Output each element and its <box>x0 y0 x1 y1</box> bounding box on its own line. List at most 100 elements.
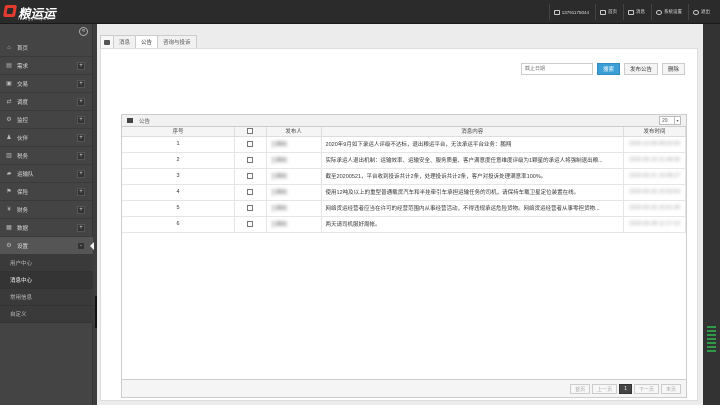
pagination: 首页 上一页 1 下一页 末页 <box>570 384 681 394</box>
column-header-content[interactable]: 消息内容 <box>321 127 625 137</box>
phone-indicator[interactable]: 13791175044 <box>548 4 593 20</box>
sidebar-item-dispatch[interactable]: ⇄ 调度 + <box>0 93 93 111</box>
row-content[interactable]: 两天请司机服好周帐。 <box>321 216 625 233</box>
tab-messages[interactable]: 消息 <box>114 35 137 48</box>
delete-button[interactable]: 删除 <box>661 63 685 75</box>
tab-announcements[interactable]: 公告 <box>136 35 159 48</box>
row-content[interactable]: 使用12吨及以上的重型普通载货汽车和半挂牵引车承担运输任务的司机，请保持车载卫星… <box>321 184 625 201</box>
sidebar-item-finance[interactable]: ¥ 财务 + <box>0 201 93 219</box>
submenu-item-user-center[interactable]: 用户中心 <box>0 255 93 272</box>
sidebar-item-insurance[interactable]: ⚑ 保险 + <box>0 183 93 201</box>
sidebar-item-home[interactable]: ⌂ 首页 <box>0 39 93 57</box>
column-header-number[interactable]: 序号 <box>122 127 235 137</box>
row-content[interactable]: 2020年9月如下录运人评级不达标，退出粮运平台，无法承运平台业务：鹏翔 <box>321 136 625 153</box>
row-content[interactable]: 截至20200521，平台收到投诉共计2条，处理投诉共计2条，客户对投诉处理满意… <box>321 168 625 185</box>
column-header-select[interactable] <box>234 127 267 137</box>
sidebar-item-partner[interactable]: ♟ 伙伴 + <box>0 129 93 147</box>
home-link-label: 首页 <box>608 9 617 14</box>
user-icon: ♟ <box>6 134 12 141</box>
expand-icon[interactable]: + <box>77 170 85 178</box>
top-bar: 粮运运 liangyunyun 13791175044 首页 消息 系统设置 退… <box>0 0 720 24</box>
row-checkbox[interactable] <box>247 172 254 179</box>
expand-icon[interactable]: + <box>77 152 85 160</box>
logo[interactable]: 粮运运 liangyunyun <box>2 3 76 21</box>
expand-icon[interactable]: + <box>77 224 85 232</box>
sidebar-item-fleet[interactable]: ▰ 运输队 + <box>0 165 93 183</box>
row-checkbox[interactable] <box>247 188 254 195</box>
select-all-checkbox[interactable] <box>247 128 254 135</box>
row-checkbox-cell <box>234 216 267 233</box>
sidebar-item-data[interactable]: ▦ 数据 + <box>0 219 93 237</box>
last-page-button[interactable]: 末页 <box>660 384 681 394</box>
tab-home[interactable] <box>100 35 114 48</box>
sidebar-item-demand[interactable]: ▤ 需求 + <box>0 57 93 75</box>
system-settings-link[interactable]: 系统设置 <box>651 4 686 20</box>
row-time: 2020-05-08 11:17:13 <box>623 216 686 233</box>
search-button[interactable]: 搜索 <box>596 63 620 75</box>
sidebar-collapse-button[interactable]: « <box>79 27 88 36</box>
row-content[interactable]: 实际承运人退出机制：运输效率、运输安全、服务质量、客户满意度任意维度评级为1颗星… <box>321 152 625 169</box>
column-header-publisher[interactable]: 发布人 <box>266 127 322 137</box>
submenu-item-custom[interactable]: 自定义 <box>0 306 93 323</box>
current-page-button[interactable]: 1 <box>619 384 632 394</box>
sidebar-item-monitor[interactable]: ⚙ 监控 + <box>0 111 93 129</box>
sidebar-item-label: 数据 <box>17 225 29 232</box>
table-row[interactable]: 1 王腾和 2020年9月如下录运人评级不达标，退出粮运平台，无法承运平台业务：… <box>122 136 686 153</box>
table-row[interactable]: 6 王腾和 两天请司机服好周帐。 2020-05-08 11:17:13 <box>122 216 686 233</box>
expand-icon[interactable]: + <box>77 98 85 106</box>
expand-icon[interactable]: + <box>77 188 85 196</box>
main-content: 消息 公告 咨询与投诉 搜索 发布公告 删除 公告 20 ▾ <box>97 24 703 405</box>
row-content[interactable]: 网络货运经营者应当在许可的经营范围内从事经营活动，不得违规承运危险货物。网络货运… <box>321 200 625 217</box>
expand-icon[interactable]: + <box>77 134 85 142</box>
row-time: 2020-05-21 15:08:27 <box>623 168 686 185</box>
sidebar-item-label: 伙伴 <box>17 135 29 142</box>
grid-title: 公告 <box>139 118 151 125</box>
document-icon: ▣ <box>6 80 12 87</box>
deadline-date-input[interactable] <box>520 63 593 75</box>
logout-link[interactable]: 退出 <box>688 4 714 20</box>
first-page-button[interactable]: 首页 <box>570 384 591 394</box>
publish-announcement-button[interactable]: 发布公告 <box>623 63 658 75</box>
prev-page-button[interactable]: 上一页 <box>592 384 618 394</box>
right-edge-strip <box>703 24 720 405</box>
sidebar-item-trade[interactable]: ▣ 交易 + <box>0 75 93 93</box>
expand-icon[interactable]: + <box>77 206 85 214</box>
column-header-time[interactable]: 发布时间 <box>623 127 686 137</box>
expand-icon[interactable]: + <box>77 116 85 124</box>
home-icon: ⌂ <box>7 44 11 51</box>
table-row[interactable]: 5 王腾和 网络货运经营者应当在许可的经营范围内从事经营活动，不得违规承运危险货… <box>122 200 686 217</box>
row-number: 6 <box>122 216 235 233</box>
page-size-select[interactable]: 20 ▾ <box>659 116 681 125</box>
row-checkbox[interactable] <box>247 204 254 211</box>
row-checkbox-cell <box>234 136 267 153</box>
messages-link[interactable]: 消息 <box>623 4 649 20</box>
row-publisher: 王腾和 <box>266 136 322 153</box>
table-row[interactable]: 2 王腾和 实际承运人退出机制：运输效率、运输安全、服务质量、客户满意度任意维度… <box>122 152 686 169</box>
table-header-row: 序号 发布人 消息内容 发布时间 <box>122 127 686 137</box>
submenu-item-message-center[interactable]: 消息中心 <box>0 272 93 289</box>
home-icon <box>600 9 606 15</box>
tab-panel: 搜索 发布公告 删除 公告 20 ▾ 序号 <box>100 48 698 401</box>
row-checkbox[interactable] <box>247 156 254 163</box>
sidebar: « ⌂ 首页 ▤ 需求 + ▣ 交易 + ⇄ 调度 + ⚙ 监控 + ♟ 伙伴 + ▥ 税务 + ▰ 运输队… <box>0 24 94 405</box>
collapse-icon[interactable]: - <box>77 242 85 250</box>
announcement-table: 序号 发布人 消息内容 发布时间 1 王腾和 2020年9月如下录运人评级不达标… <box>122 127 686 233</box>
next-page-button[interactable]: 下一页 <box>633 384 659 394</box>
sidebar-item-settings[interactable]: ⚙ 设置 - <box>0 237 94 255</box>
finance-icon: ¥ <box>7 206 11 213</box>
row-checkbox[interactable] <box>247 220 254 227</box>
sidebar-item-tax[interactable]: ▥ 税务 + <box>0 147 93 165</box>
row-checkbox-cell <box>234 184 267 201</box>
home-link[interactable]: 首页 <box>595 4 621 20</box>
submenu-item-common-info[interactable]: 常用信息 <box>0 289 93 306</box>
table-row[interactable]: 3 王腾和 截至20200521，平台收到投诉共计2条，处理投诉共计2条，客户对… <box>122 168 686 185</box>
table-row[interactable]: 4 王腾和 使用12吨及以上的重型普通载货汽车和半挂牵引车承担运输任务的司机，请… <box>122 184 686 201</box>
expand-icon[interactable]: + <box>77 62 85 70</box>
tab-inquiries-complaints[interactable]: 咨询与投诉 <box>158 35 197 48</box>
sidebar-item-label: 首页 <box>17 45 29 52</box>
announcement-grid: 公告 20 ▾ 序号 发布人 消息内容 发布时间 1 王腾和 2020年9月如下… <box>121 114 687 398</box>
row-checkbox[interactable] <box>247 140 254 147</box>
settings-icon: ⚙ <box>6 242 12 249</box>
expand-icon[interactable]: + <box>77 80 85 88</box>
signal-meter-icon <box>707 326 716 352</box>
